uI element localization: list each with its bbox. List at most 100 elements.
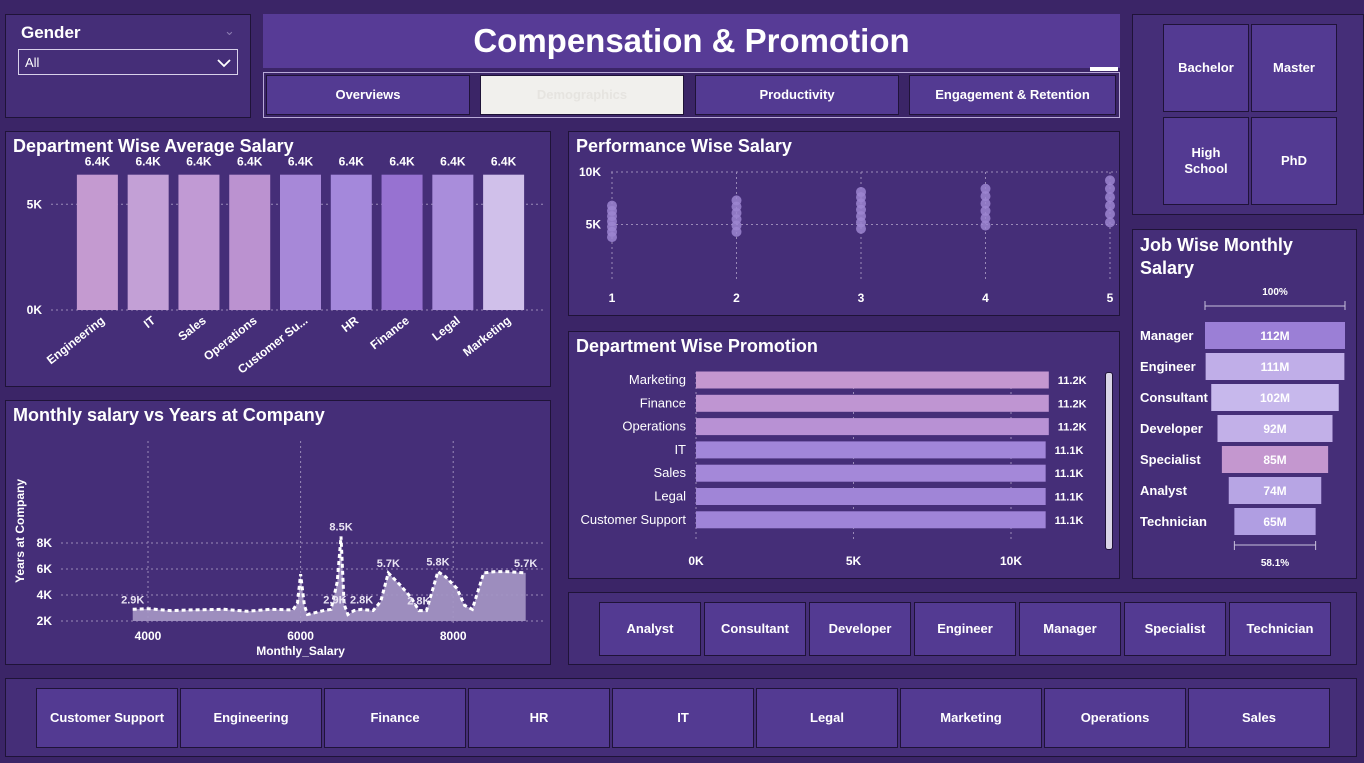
- area-data-label: 5.8K: [426, 557, 449, 569]
- bar-data-label: 6.4K: [389, 155, 415, 169]
- funnel-category-label: Consultant: [1140, 390, 1209, 405]
- gender-chevron-icon[interactable]: ⌄: [224, 23, 235, 39]
- bar: [696, 488, 1046, 505]
- x-axis-title: Monthly_Salary: [256, 644, 345, 658]
- bar-data-label: 6.4K: [339, 155, 365, 169]
- dept-sales[interactable]: Sales: [1188, 688, 1330, 748]
- page-title: Compensation & Promotion: [473, 22, 910, 59]
- funnel-category-label: Developer: [1140, 421, 1203, 436]
- gender-slicer-panel: Gender ⌄ All: [5, 14, 251, 118]
- dept-it[interactable]: IT: [612, 688, 754, 748]
- bar-data-label: 11.1K: [1055, 515, 1084, 527]
- area-data-label: 2.9K: [323, 594, 346, 606]
- x-tick-label: 5: [1107, 291, 1114, 305]
- x-tick-label: 4: [982, 291, 989, 305]
- nav-demographics[interactable]: Demographics: [480, 75, 684, 115]
- nav-engagement-retention[interactable]: Engagement & Retention: [909, 75, 1116, 115]
- gender-dropdown[interactable]: All: [18, 49, 238, 75]
- funnel-category-label: Specialist: [1140, 452, 1201, 467]
- job-technician[interactable]: Technician: [1229, 602, 1331, 656]
- x-tick-label: 2: [733, 291, 740, 305]
- y-tick-label: Marketing: [629, 372, 686, 387]
- bar-data-label: 11.2K: [1058, 375, 1087, 387]
- dept-engineering[interactable]: Engineering: [180, 688, 322, 748]
- education-master[interactable]: Master: [1251, 24, 1337, 112]
- bar: [229, 174, 271, 310]
- bar-data-label: 11.1K: [1055, 492, 1084, 504]
- funnel-data-label: 102M: [1260, 391, 1290, 405]
- bar: [280, 174, 321, 310]
- bar: [696, 418, 1049, 436]
- scatter-point: [856, 186, 866, 197]
- dept-avg-salary-panel: Department Wise Average Salary 0K 5K 6.4K E…: [5, 131, 551, 387]
- funnel-top-percent: 100%: [1262, 287, 1288, 298]
- performance-salary-panel: Performance Wise Salary 5K 10K 1 2 3 4 5: [568, 131, 1120, 316]
- bar: [381, 174, 423, 310]
- bar-data-label: 6.4K: [135, 155, 161, 169]
- area-data-label: 5.7K: [514, 558, 537, 570]
- bar: [696, 464, 1046, 482]
- y-tick-label: Customer Support: [581, 512, 687, 527]
- funnel-data-label: 112M: [1260, 329, 1289, 343]
- job-engineer[interactable]: Engineer: [914, 602, 1016, 656]
- dept-marketing[interactable]: Marketing: [900, 688, 1042, 748]
- education-phd[interactable]: PhD: [1251, 117, 1337, 205]
- dept-finance[interactable]: Finance: [324, 688, 466, 748]
- funnel-bottom-bracket: [1233, 541, 1317, 550]
- bar: [483, 174, 525, 310]
- nav-bar: Overviews Demographics Productivity Enga…: [263, 72, 1120, 118]
- funnel-category-label: Manager: [1140, 328, 1193, 343]
- bar-data-label: 11.1K: [1055, 445, 1084, 457]
- promotion-scrollbar[interactable]: [1105, 372, 1113, 550]
- education-bachelor[interactable]: Bachelor: [1163, 24, 1249, 112]
- area-data-label: 8.5K: [329, 522, 352, 534]
- scatter-point: [980, 183, 991, 194]
- title-underline: [1090, 67, 1118, 71]
- bar-data-label: 11.1K: [1055, 468, 1084, 480]
- dept-customer-support[interactable]: Customer Support: [36, 688, 178, 748]
- job-developer[interactable]: Developer: [809, 602, 911, 656]
- y-tick-label: 10K: [579, 165, 601, 179]
- bar-data-label: 6.4K: [440, 155, 466, 169]
- x-tick-label: 10K: [1000, 554, 1022, 568]
- job-salary-panel: Job Wise Monthly Salary 100% 112M Manager 1…: [1132, 229, 1357, 579]
- x-tick-label: Legal: [429, 313, 462, 343]
- education-high-school[interactable]: High School: [1163, 117, 1249, 205]
- performance-salary-chart: 5K 10K 1 2 3 4 5: [579, 165, 1117, 305]
- job-specialist[interactable]: Specialist: [1124, 602, 1226, 656]
- bar: [696, 511, 1046, 529]
- x-tick-label: Marketing: [460, 313, 513, 359]
- x-tick-label: 4000: [135, 629, 162, 643]
- funnel-data-label: 65M: [1263, 515, 1286, 529]
- job-manager[interactable]: Manager: [1019, 602, 1121, 656]
- scatter-point: [1105, 175, 1115, 186]
- nav-overviews[interactable]: Overviews: [266, 75, 470, 115]
- x-tick-label: 0K: [688, 554, 704, 568]
- funnel-data-label: 111M: [1261, 360, 1290, 374]
- dept-operations[interactable]: Operations: [1044, 688, 1186, 748]
- dept-legal[interactable]: Legal: [756, 688, 898, 748]
- title-banner: Compensation & Promotion: [263, 14, 1120, 71]
- bar-data-label: 6.4K: [237, 155, 263, 169]
- area-data-label: 2.9K: [121, 594, 144, 606]
- dept-promotion-panel: Department Wise Promotion 0K 5K 10K Marketi…: [568, 331, 1120, 579]
- job-analyst[interactable]: Analyst: [599, 602, 701, 656]
- funnel-bottom-percent: 58.1%: [1261, 558, 1289, 569]
- x-tick-label: 5K: [846, 554, 862, 568]
- bar-data-label: 6.4K: [186, 155, 212, 169]
- x-tick-label: IT: [141, 313, 159, 331]
- dept-hr[interactable]: HR: [468, 688, 610, 748]
- salary-vs-years-chart: 2K 4K 6K 8K 4000 6000 8000 2.9K 8.5K 2.9K 2.8K 5.7K…: [13, 441, 546, 658]
- x-tick-label: 3: [858, 291, 865, 305]
- funnel-category-label: Analyst: [1140, 483, 1188, 498]
- bar: [127, 174, 169, 310]
- bar: [330, 174, 372, 310]
- y-tick-label: Legal: [654, 489, 686, 504]
- y-tick-label: Operations: [622, 419, 686, 434]
- y-axis-title: Years at Company: [13, 479, 27, 583]
- y-tick-label: 6K: [37, 562, 53, 576]
- funnel-category-label: Engineer: [1140, 359, 1196, 374]
- x-tick-label: Engineering: [44, 313, 107, 367]
- job-consultant[interactable]: Consultant: [704, 602, 806, 656]
- nav-productivity[interactable]: Productivity: [695, 75, 899, 115]
